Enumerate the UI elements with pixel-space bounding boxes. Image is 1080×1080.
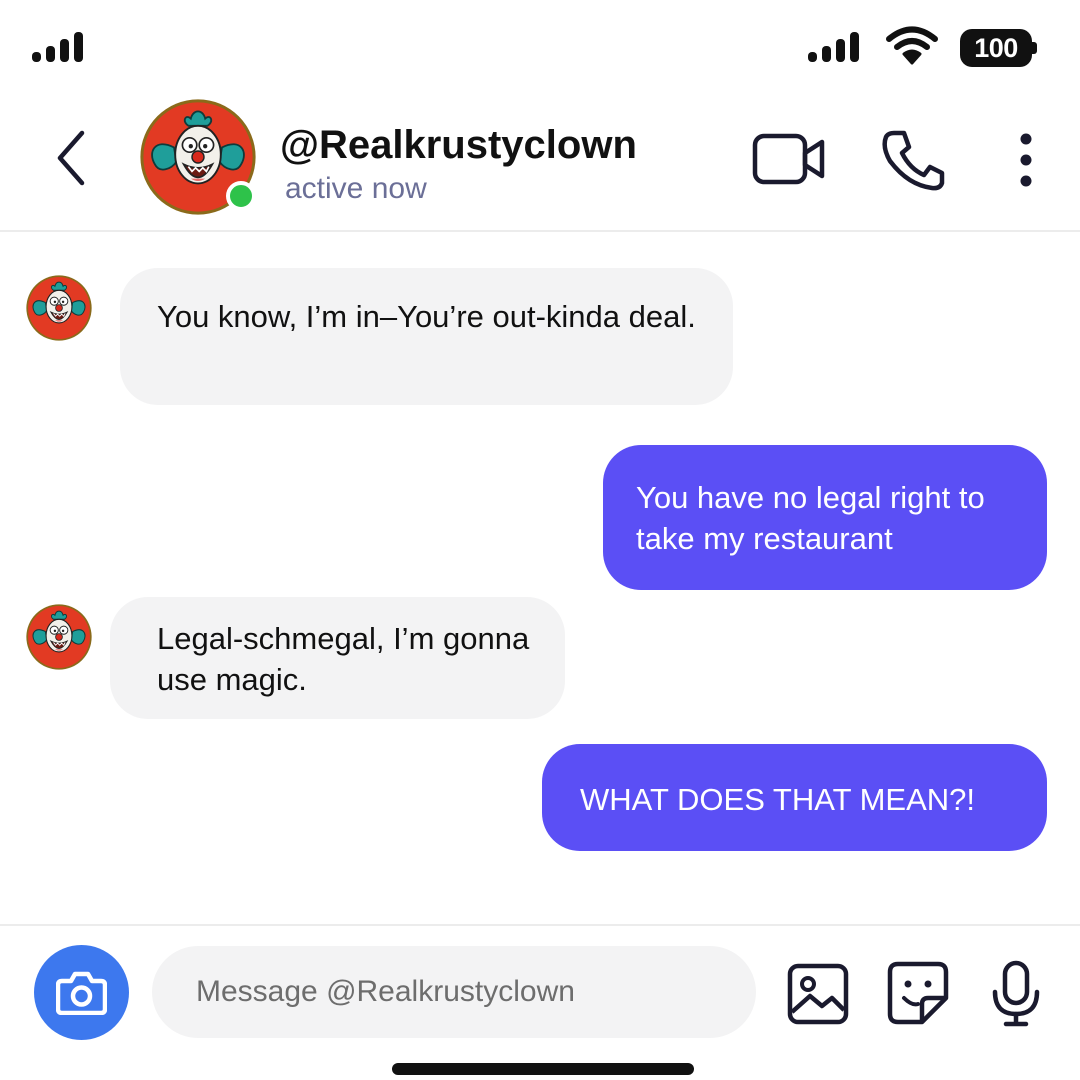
chat-header: @Realkrustyclown active now bbox=[0, 95, 1080, 232]
message-text: You know, I’m in–You’re out-kinda deal. bbox=[157, 299, 696, 334]
phone-icon[interactable] bbox=[880, 129, 946, 191]
home-indicator[interactable] bbox=[392, 1063, 694, 1075]
battery-icon: 100 bbox=[960, 29, 1037, 67]
back-chevron-icon[interactable] bbox=[50, 125, 94, 191]
status-bar: 100 bbox=[0, 0, 1080, 100]
message-text: You have no legal right to take my resta… bbox=[636, 480, 985, 556]
camera-button[interactable] bbox=[34, 945, 129, 1040]
camera-icon bbox=[56, 971, 107, 1015]
signal-icon bbox=[808, 32, 859, 62]
battery-level: 100 bbox=[960, 29, 1032, 67]
signal-icon bbox=[32, 32, 83, 62]
message-bubble-incoming[interactable]: Legal-schmegal, I’m gonna use magic. bbox=[110, 597, 565, 719]
presence-status: active now bbox=[285, 172, 427, 205]
more-vertical-icon[interactable] bbox=[1008, 131, 1044, 189]
chat-username[interactable]: @Realkrustyclown bbox=[280, 123, 637, 168]
image-icon[interactable] bbox=[786, 962, 850, 1026]
message-text: Legal-schmegal, I’m gonna use magic. bbox=[157, 621, 530, 697]
message-bubble-outgoing[interactable]: WHAT DOES THAT MEAN?! bbox=[542, 744, 1047, 851]
microphone-icon[interactable] bbox=[990, 960, 1042, 1028]
video-camera-icon[interactable] bbox=[752, 131, 826, 187]
message-input[interactable] bbox=[152, 946, 756, 1038]
message-bubble-incoming[interactable]: You know, I’m in–You’re out-kinda deal. bbox=[120, 268, 733, 405]
sticker-icon[interactable] bbox=[886, 960, 950, 1026]
avatar[interactable] bbox=[25, 274, 93, 342]
wifi-icon bbox=[886, 26, 938, 65]
online-status-dot bbox=[226, 181, 256, 211]
message-text: WHAT DOES THAT MEAN?! bbox=[580, 782, 976, 817]
message-composer bbox=[0, 924, 1080, 1080]
avatar[interactable] bbox=[25, 603, 93, 671]
battery-cap bbox=[1032, 42, 1037, 54]
message-bubble-outgoing[interactable]: You have no legal right to take my resta… bbox=[603, 445, 1047, 590]
